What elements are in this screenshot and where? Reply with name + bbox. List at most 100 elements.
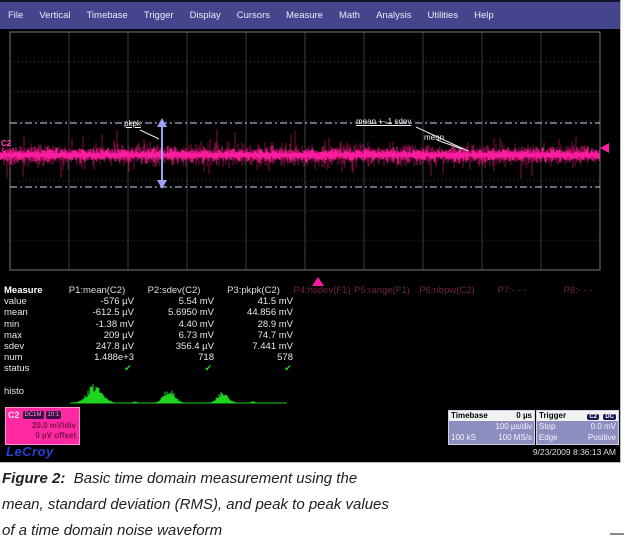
measure-cell (481, 319, 543, 330)
channel-c2-label: C2 (1, 139, 11, 148)
measure-title: Measure (4, 285, 60, 296)
status-check-icon: ✔ (134, 363, 215, 374)
trigger-type: Edge (539, 432, 558, 443)
measure-cell (293, 352, 351, 363)
time-per-div: 100 µs/div (495, 421, 532, 432)
measure-cell (543, 330, 613, 341)
timebase-delay: 0 µs (516, 411, 532, 421)
measure-cell (413, 352, 481, 363)
row-label: status (4, 363, 59, 374)
menu-item-cursors[interactable]: Cursors (229, 10, 278, 21)
param-header-5: P5:range(F1) (351, 285, 413, 296)
param-header-4: P4:hsdev(F1) (293, 285, 351, 296)
status-check-icon (547, 363, 618, 374)
caption-label: Figure 2: (2, 470, 65, 487)
measure-cell (413, 341, 481, 352)
measure-cell: 5.6950 mV (134, 307, 214, 318)
stray-mark (610, 533, 624, 535)
measure-cell (543, 307, 613, 318)
measure-row-sdev: sdev247.8 µV356.4 µV7.441 mV (4, 341, 618, 352)
menu-item-vertical[interactable]: Vertical (31, 10, 78, 21)
row-label: max (4, 330, 60, 341)
trigger-coupling-badge: DC (603, 414, 616, 420)
param-header-8: P8:- - - (543, 285, 613, 296)
status-check-icon: ✔ (59, 363, 134, 374)
channel-offset: 0 µV offset (6, 431, 79, 441)
measure-cell (293, 296, 351, 307)
param-header-3: P3:pkpk(C2) (214, 285, 293, 296)
sample-rate: 100 MS/s (498, 432, 532, 443)
status-check-icon: ✔ (214, 363, 294, 374)
measure-cell: 247.8 µV (60, 341, 134, 352)
row-label: mean (4, 307, 60, 318)
measure-cell (413, 296, 481, 307)
caption-line2: mean, standard deviation (RMS), and peak… (2, 492, 472, 518)
mean-annotation: mean (424, 133, 444, 142)
status-check-icon (416, 363, 485, 374)
status-check-icon (353, 363, 416, 374)
measure-table: MeasureP1:mean(C2)P2:sdev(C2)P3:pkpk(C2)… (4, 285, 618, 375)
row-label: value (4, 296, 60, 307)
menu-item-trigger[interactable]: Trigger (136, 10, 182, 21)
measure-cell (481, 307, 543, 318)
volts-per-div: 20.0 mV/div (6, 421, 79, 431)
measure-cell (293, 319, 351, 330)
measure-cell (481, 330, 543, 341)
oscilloscope-screenshot: FileVerticalTimebaseTriggerDisplayCursor… (0, 0, 621, 463)
measure-cell: 44.856 mV (214, 307, 293, 318)
attenuation-badge: 10:1 (46, 411, 62, 419)
measure-cell: 578 (214, 352, 293, 363)
menu-item-utilities[interactable]: Utilities (419, 10, 466, 21)
menu-item-timebase[interactable]: Timebase (78, 10, 135, 21)
page: FileVerticalTimebaseTriggerDisplayCursor… (0, 0, 624, 547)
caption-line3: of a time domain noise waveform (2, 518, 472, 544)
measure-cell (413, 319, 481, 330)
measure-cell: 356.4 µV (134, 341, 214, 352)
status-check-icon (484, 363, 547, 374)
channel-descriptor-box[interactable]: C2 DC1M 10:1 20.0 mV/div 0 µV offset (5, 407, 80, 445)
timebase-box[interactable]: Timebase 0 µs 100 µs/div 100 kS 100 MS/s (448, 410, 535, 445)
measure-cell: 41.5 mV (214, 296, 293, 307)
measure-cell (351, 307, 413, 318)
measure-row-max: max209 µV6.73 mV74.7 mV (4, 330, 618, 341)
measure-cell: 4.40 mV (134, 319, 214, 330)
measure-cell (293, 330, 351, 341)
trigger-slope: Positive (588, 432, 616, 443)
menu-item-math[interactable]: Math (331, 10, 368, 21)
menu-item-analysis[interactable]: Analysis (368, 10, 419, 21)
figure-caption: Figure 2: Basic time domain measurement … (2, 466, 472, 544)
menu-item-help[interactable]: Help (466, 10, 502, 21)
menu-bar: FileVerticalTimebaseTriggerDisplayCursor… (0, 0, 620, 29)
coupling-badge: DC1M (23, 411, 44, 419)
measure-cell (293, 307, 351, 318)
measure-cell (481, 296, 543, 307)
trigger-source-badge: C2 (587, 414, 599, 420)
measure-cell (543, 319, 613, 330)
measure-cell (543, 341, 613, 352)
trigger-box[interactable]: Trigger C2 DC Stop 0.0 mV Edge Positive (536, 410, 619, 445)
measure-cell: 7.441 mV (214, 341, 293, 352)
measure-cell (543, 352, 613, 363)
menu-item-display[interactable]: Display (182, 10, 229, 21)
row-label: sdev (4, 341, 60, 352)
scope-display (0, 27, 620, 462)
param-header-2: P2:sdev(C2) (134, 285, 214, 296)
measure-cell (351, 296, 413, 307)
measure-cell: 28.9 mV (214, 319, 293, 330)
lecroy-logo: LeCroy (6, 444, 54, 459)
measure-cell (413, 307, 481, 318)
channel-offset-marker[interactable] (0, 152, 7, 160)
histo-row-label: histo (4, 386, 24, 397)
measure-cell (543, 296, 613, 307)
timestamp: 9/23/2009 8:36:13 AM (533, 447, 616, 457)
measure-row-num: num1.488e+3718578 (4, 352, 618, 363)
pkpk-annotation: pkpk (124, 119, 141, 128)
trigger-level-marker[interactable] (600, 143, 609, 153)
trigger-level: 0.0 mV (591, 421, 616, 432)
measure-row-mean: mean-612.5 µV5.6950 mV44.856 mV (4, 307, 618, 318)
menu-item-file[interactable]: File (0, 10, 31, 21)
caption-line1: Basic time domain measurement using the (74, 470, 357, 487)
measure-row-min: min-1.38 mV4.40 mV28.9 mV (4, 319, 618, 330)
row-label: num (4, 352, 60, 363)
menu-item-measure[interactable]: Measure (278, 10, 331, 21)
